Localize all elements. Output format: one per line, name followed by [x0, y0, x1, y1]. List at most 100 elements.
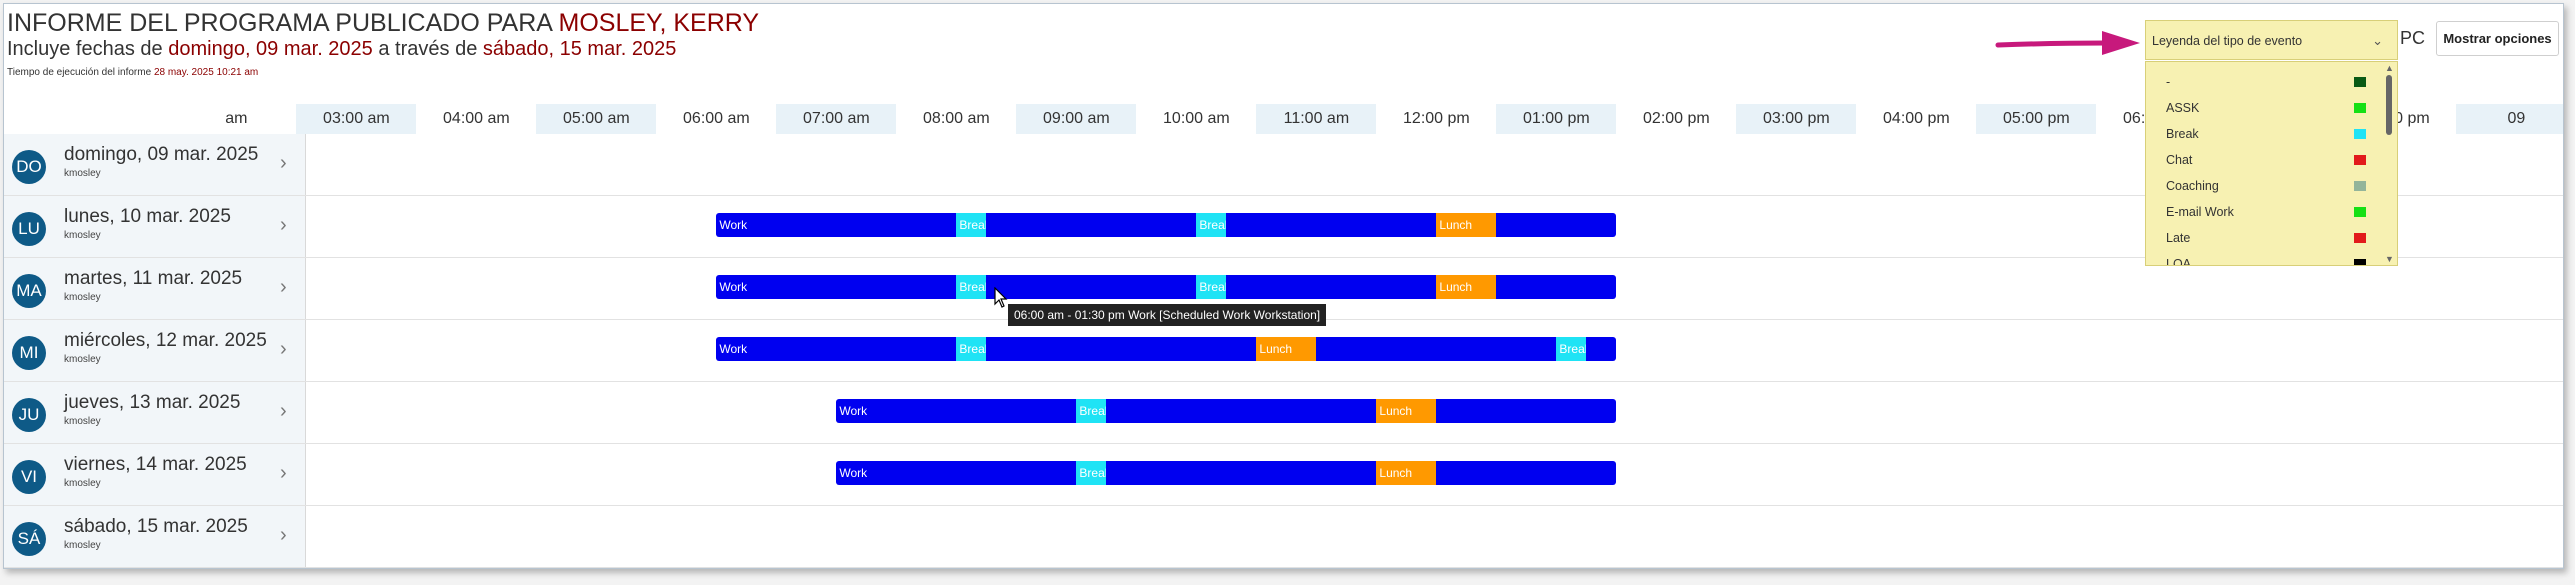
day-username: kmosley	[64, 230, 101, 241]
day-row: MI miércoles, 12 mar. 2025 kmosley › Work Bre…	[4, 320, 2563, 382]
schedule-segment-lunch[interactable]: Lunch	[1256, 337, 1317, 361]
segment-tooltip: 06:00 am - 01:30 pm Work [Scheduled Work…	[1008, 304, 1327, 326]
legend-item[interactable]: Break	[2146, 121, 2382, 147]
day-username: kmosley	[64, 292, 101, 303]
day-row: JU jueves, 13 mar. 2025 kmosley › WorkBreak L…	[4, 382, 2563, 444]
chevron-down-icon: ⌄	[2372, 33, 2383, 48]
legend-color-swatch	[2354, 207, 2366, 217]
chevron-right-icon[interactable]: ›	[280, 152, 287, 175]
time-tick: 06:00 am	[683, 110, 750, 127]
scroll-up-icon[interactable]: ▲	[2385, 63, 2394, 73]
time-tick: am	[225, 110, 248, 127]
employee-name: MOSLEY, KERRY	[558, 9, 760, 37]
legend-color-swatch	[2354, 77, 2366, 87]
day-header-cell[interactable]: DO domingo, 09 mar. 2025 kmosley ›	[4, 134, 306, 195]
time-tick: 12:00 pm	[1403, 110, 1470, 127]
day-date: martes, 11 mar. 2025	[64, 268, 243, 289]
time-tick: 04:00 pm	[1883, 110, 1950, 127]
time-tick: 03:00 pm	[1736, 104, 1857, 134]
schedule-segment-work[interactable]: Work	[836, 399, 1617, 423]
schedule-report-window: INFORME DEL PROGRAMA PUBLICADO PARA MOSL…	[3, 3, 2564, 569]
time-tick: 09	[2456, 104, 2563, 134]
mouse-cursor-icon	[994, 287, 1008, 308]
legend-item[interactable]: Chat	[2146, 147, 2382, 173]
day-username: kmosley	[64, 354, 101, 365]
report-title: INFORME DEL PROGRAMA PUBLICADO PARA MOSL…	[7, 9, 759, 38]
dates-mid: a través de	[372, 38, 483, 60]
report-date-range: Incluye fechas de domingo, 09 mar. 2025 …	[7, 38, 676, 61]
legend-item[interactable]: E-mail Work	[2146, 199, 2382, 225]
schedule-segment-break[interactable]: Break	[956, 337, 987, 361]
schedule-segment-break[interactable]: Break	[1196, 275, 1227, 299]
schedule-segment-break[interactable]: Break	[956, 213, 987, 237]
callout-arrow-icon	[1995, 31, 2140, 55]
chevron-right-icon[interactable]: ›	[280, 276, 287, 299]
schedule-segment-lunch[interactable]: Lunch	[1436, 275, 1497, 299]
schedule-segment-work[interactable]: Work	[836, 461, 1617, 485]
legend-item[interactable]: -	[2146, 69, 2382, 95]
legend-item-label: LOA	[2166, 257, 2192, 266]
legend-item-label: Late	[2166, 231, 2191, 245]
legend-color-swatch	[2354, 181, 2366, 191]
schedule-segment-break[interactable]: Break	[956, 275, 987, 299]
scroll-down-icon[interactable]: ▼	[2385, 254, 2394, 264]
legend-item[interactable]: LOA	[2146, 251, 2382, 266]
time-tick: 08:00 am	[923, 110, 990, 127]
chevron-right-icon[interactable]: ›	[280, 338, 287, 361]
schedule-segment-work[interactable]: Work	[716, 337, 1617, 361]
time-tick: 10:00 am	[1163, 110, 1230, 127]
day-avatar: MI	[12, 336, 46, 370]
legend-item[interactable]: Late	[2146, 225, 2382, 251]
day-row: VI viernes, 14 mar. 2025 kmosley › WorkBreak…	[4, 444, 2563, 506]
legend-color-swatch	[2354, 155, 2366, 165]
legend-scrollbar[interactable]: ▲ ▼	[2382, 62, 2396, 265]
day-date: viernes, 14 mar. 2025	[64, 454, 247, 475]
time-tick: 05:00 pm	[1976, 104, 2097, 134]
schedule-segment-break[interactable]: Break	[1196, 213, 1227, 237]
chevron-right-icon[interactable]: ›	[280, 400, 287, 423]
day-date: domingo, 09 mar. 2025	[64, 144, 259, 165]
time-tick: 07:00 am	[776, 104, 897, 134]
event-type-legend-select[interactable]: Leyenda del tipo de evento ⌄	[2145, 20, 2398, 60]
legend-item-label: -	[2166, 75, 2171, 89]
day-date: miércoles, 12 mar. 2025	[64, 330, 267, 351]
legend-item-label: Break	[2166, 127, 2199, 141]
legend-select-label: Leyenda del tipo de evento	[2152, 34, 2303, 48]
day-date: sábado, 15 mar. 2025	[64, 516, 248, 537]
schedule-segment-break[interactable]: Break	[1076, 461, 1107, 485]
chevron-right-icon[interactable]: ›	[280, 524, 287, 547]
day-row: SÁ sábado, 15 mar. 2025 kmosley ›	[4, 506, 2563, 568]
legend-color-swatch	[2354, 103, 2366, 113]
runtime-label: Tiempo de ejecución del informe	[7, 67, 154, 78]
day-header-cell[interactable]: VI viernes, 14 mar. 2025 kmosley ›	[4, 444, 306, 505]
day-avatar: JU	[12, 398, 46, 432]
day-header-cell[interactable]: LU lunes, 10 mar. 2025 kmosley ›	[4, 196, 306, 257]
schedule-segment-lunch[interactable]: Lunch	[1436, 213, 1497, 237]
schedule-segment-break[interactable]: Break	[1076, 399, 1107, 423]
chevron-right-icon[interactable]: ›	[280, 214, 287, 237]
scroll-thumb[interactable]	[2386, 75, 2392, 135]
day-header-cell[interactable]: MI miércoles, 12 mar. 2025 kmosley ›	[4, 320, 306, 381]
legend-color-swatch	[2354, 259, 2366, 265]
event-type-legend-list[interactable]: - ASSK Break Chat Coaching E-mail Work Late LOA…	[2145, 61, 2398, 266]
time-tick: 09:00 am	[1016, 104, 1137, 134]
chevron-right-icon[interactable]: ›	[280, 462, 287, 485]
day-header-cell[interactable]: JU jueves, 13 mar. 2025 kmosley ›	[4, 382, 306, 443]
time-tick: 01:00 pm	[1496, 104, 1617, 134]
time-tick: 03:00 am	[296, 104, 417, 134]
day-username: kmosley	[64, 416, 101, 427]
legend-item[interactable]: Coaching	[2146, 173, 2382, 199]
timezone-label: PC	[2400, 28, 2426, 48]
schedule-segment-lunch[interactable]: Lunch	[1376, 399, 1437, 423]
day-header-cell[interactable]: MA martes, 11 mar. 2025 kmosley ›	[4, 258, 306, 319]
day-header-cell[interactable]: SÁ sábado, 15 mar. 2025 kmosley ›	[4, 506, 306, 567]
day-avatar: LU	[12, 212, 46, 246]
day-username: kmosley	[64, 168, 101, 179]
legend-item[interactable]: ASSK	[2146, 95, 2382, 121]
legend-item-label: E-mail Work	[2166, 205, 2234, 219]
end-date: sábado, 15 mar. 2025	[482, 38, 677, 60]
legend-item-label: Coaching	[2166, 179, 2219, 193]
show-options-button[interactable]: Mostrar opciones	[2436, 21, 2559, 56]
schedule-segment-break[interactable]: Break	[1556, 337, 1587, 361]
schedule-segment-lunch[interactable]: Lunch	[1376, 461, 1437, 485]
